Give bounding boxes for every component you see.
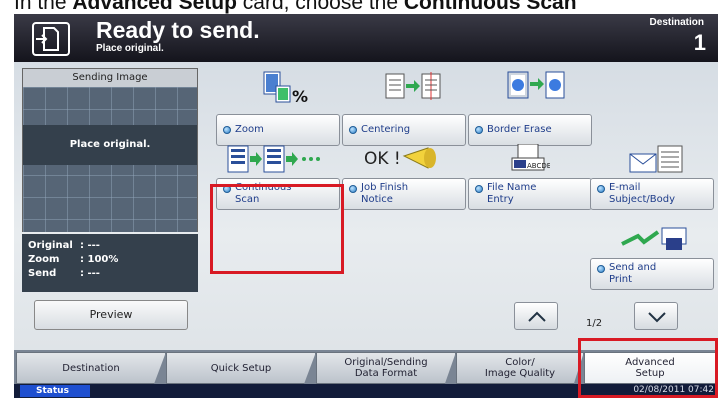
page-down-button[interactable] xyxy=(634,302,678,330)
job-finish-notice-icon: OK ! xyxy=(364,147,436,169)
zoom-icon: % xyxy=(263,71,308,106)
tab-color-image-quality[interactable]: Color/Image Quality xyxy=(456,352,584,384)
centering-icon xyxy=(385,72,441,100)
tab-original-sending-data-format[interactable]: Original/Sending Data Format xyxy=(316,352,456,384)
sending-image-panel: Sending Image Place original. xyxy=(22,68,198,232)
destination-count: 1 xyxy=(693,30,706,55)
radio-indicator-icon xyxy=(349,126,357,134)
copier-panel-screen: Ready to send. Place original. Destinati… xyxy=(14,14,718,398)
send-and-print-button[interactable]: Send and Print xyxy=(590,258,714,290)
radio-indicator-icon xyxy=(223,126,231,134)
send-document-icon xyxy=(32,22,70,56)
page-subtitle: Place original. xyxy=(96,43,164,54)
tab-destination[interactable]: Destination xyxy=(16,352,166,384)
radio-indicator-icon xyxy=(597,265,605,273)
svg-text:OK !: OK ! xyxy=(364,149,401,169)
chevron-down-icon xyxy=(648,312,666,323)
border-erase-icon xyxy=(507,71,565,99)
caption-text: In the Advanced Setup card, choose the C… xyxy=(14,0,577,14)
svg-text:ABCDE: ABCDE xyxy=(527,162,550,170)
sending-image-title: Sending Image xyxy=(23,69,197,87)
page-title: Ready to send. xyxy=(96,17,260,43)
status-button[interactable]: Status xyxy=(20,385,90,397)
email-subject-body-button[interactable]: E-mail Subject/Body xyxy=(590,178,714,210)
summary-original: Original: --- xyxy=(28,240,100,251)
continuous-scan-icon xyxy=(227,145,320,173)
radio-indicator-icon xyxy=(475,126,483,134)
radio-indicator-icon xyxy=(349,185,357,193)
radio-indicator-icon xyxy=(597,185,605,193)
page-up-button[interactable] xyxy=(514,302,558,330)
settings-summary: Original: --- Zoom: 100% Send: --- xyxy=(22,234,198,292)
send-and-print-icon xyxy=(621,227,687,250)
place-original-message: Place original. xyxy=(69,139,151,150)
destination-label: Destination xyxy=(649,17,704,28)
job-finish-notice-button[interactable]: Job Finish Notice xyxy=(342,178,466,210)
status-header: Ready to send. Place original. Destinati… xyxy=(14,14,718,62)
email-icon xyxy=(629,145,683,173)
chevron-up-icon xyxy=(528,311,546,322)
summary-zoom: Zoom: 100% xyxy=(28,254,119,265)
file-name-icon: ABCDE xyxy=(511,144,550,171)
preview-button[interactable]: Preview xyxy=(34,300,188,330)
radio-indicator-icon xyxy=(475,185,483,193)
main-content: Sending Image Place original. Original: … xyxy=(14,62,718,350)
page-indicator: 1/2 xyxy=(586,318,603,329)
border-erase-button[interactable]: Border Erase xyxy=(468,114,592,146)
svg-text:%: % xyxy=(292,87,308,106)
tab-quick-setup[interactable]: Quick Setup xyxy=(166,352,316,384)
summary-send: Send: --- xyxy=(28,268,100,279)
file-name-entry-button[interactable]: File Name Entry xyxy=(468,178,592,210)
continuous-scan-highlight xyxy=(210,184,344,274)
advanced-setup-highlight xyxy=(578,338,718,398)
